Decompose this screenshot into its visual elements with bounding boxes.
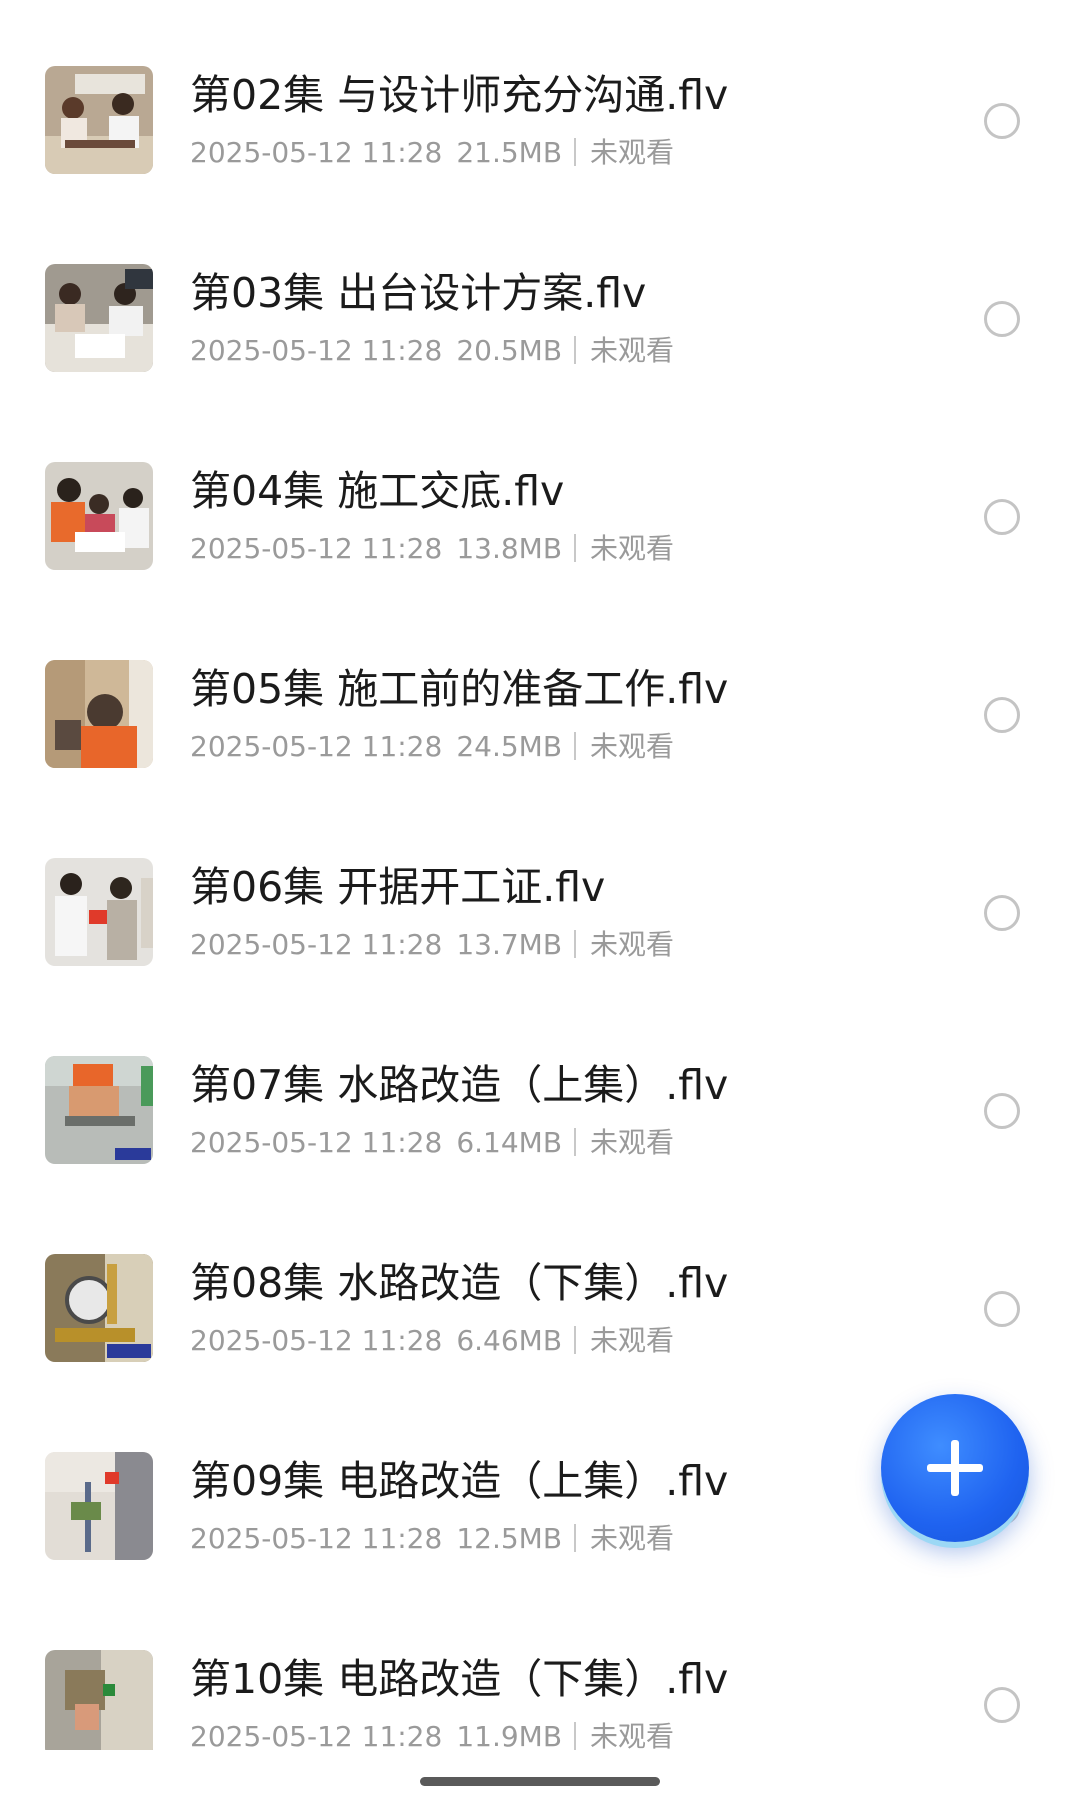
select-radio[interactable]: [984, 499, 1020, 535]
file-date: 2025-05-12 11:28: [190, 1324, 443, 1357]
plus-icon-stroke: [951, 1440, 959, 1496]
home-indicator[interactable]: [420, 1777, 660, 1786]
watch-status: 未观看: [590, 334, 675, 367]
meta-divider: [574, 336, 577, 364]
file-size: 20.5MB: [456, 334, 563, 367]
select-radio[interactable]: [984, 1093, 1020, 1129]
file-date: 2025-05-12 11:28: [190, 1126, 443, 1159]
file-meta: 2025-05-12 11:28 6.14MB 未观看: [190, 1125, 674, 1161]
video-thumbnail: [45, 1452, 153, 1560]
meta-divider: [574, 1128, 577, 1156]
watch-status: 未观看: [590, 532, 675, 565]
file-date: 2025-05-12 11:28: [190, 334, 443, 367]
file-size: 6.14MB: [456, 1126, 563, 1159]
select-radio[interactable]: [984, 895, 1020, 931]
file-title: 第10集 电路改造（下集）.flv: [190, 1655, 729, 1703]
list-item[interactable]: 第08集 水路改造（下集）.flv 2025-05-12 11:28 6.46MB…: [0, 1188, 1080, 1386]
watch-status: 未观看: [590, 1522, 675, 1555]
file-title: 第07集 水路改造（上集）.flv: [190, 1061, 729, 1109]
file-title: 第06集 开据开工证.flv: [190, 863, 606, 911]
meta-divider: [574, 534, 577, 562]
watch-status: 未观看: [590, 136, 675, 169]
file-title: 第09集 电路改造（上集）.flv: [190, 1457, 729, 1505]
video-thumbnail: [45, 264, 153, 372]
list-item[interactable]: 第07集 水路改造（上集）.flv 2025-05-12 11:28 6.14MB…: [0, 990, 1080, 1188]
watch-status: 未观看: [590, 1126, 675, 1159]
file-meta: 2025-05-12 11:28 13.8MB 未观看: [190, 531, 674, 567]
file-size: 13.7MB: [456, 928, 563, 961]
video-thumbnail: [45, 1056, 153, 1164]
file-size: 11.9MB: [456, 1720, 563, 1750]
list-item[interactable]: 第10集 电路改造（下集）.flv 2025-05-12 11:28 11.9MB…: [0, 1584, 1080, 1750]
file-meta: 2025-05-12 11:28 21.5MB 未观看: [190, 135, 674, 171]
file-meta: 2025-05-12 11:28 13.7MB 未观看: [190, 927, 674, 963]
select-radio[interactable]: [984, 1291, 1020, 1327]
watch-status: 未观看: [590, 1324, 675, 1357]
file-title: 第08集 水路改造（下集）.flv: [190, 1259, 729, 1307]
watch-status: 未观看: [590, 928, 675, 961]
list-item[interactable]: 第04集 施工交底.flv 2025-05-12 11:28 13.8MB 未观看: [0, 396, 1080, 594]
file-date: 2025-05-12 11:28: [190, 136, 443, 169]
file-date: 2025-05-12 11:28: [190, 730, 443, 763]
file-title: 第05集 施工前的准备工作.flv: [190, 665, 729, 713]
select-radio[interactable]: [984, 103, 1020, 139]
file-title: 第04集 施工交底.flv: [190, 467, 565, 515]
add-button[interactable]: [881, 1394, 1029, 1542]
file-meta: 2025-05-12 11:28 24.5MB 未观看: [190, 729, 674, 765]
list-item[interactable]: 第05集 施工前的准备工作.flv 2025-05-12 11:28 24.5MB…: [0, 594, 1080, 792]
video-thumbnail: [45, 858, 153, 966]
file-size: 6.46MB: [456, 1324, 563, 1357]
watch-status: 未观看: [590, 730, 675, 763]
meta-divider: [574, 138, 577, 166]
file-meta: 2025-05-12 11:28 6.46MB 未观看: [190, 1323, 674, 1359]
file-date: 2025-05-12 11:28: [190, 532, 443, 565]
meta-divider: [574, 930, 577, 958]
file-meta: 2025-05-12 11:28 20.5MB 未观看: [190, 333, 674, 369]
list-item[interactable]: 第03集 出台设计方案.flv 2025-05-12 11:28 20.5MB 未观…: [0, 198, 1080, 396]
file-meta: 2025-05-12 11:28 12.5MB 未观看: [190, 1521, 674, 1557]
list-item[interactable]: 第02集 与设计师充分沟通.flv 2025-05-12 11:28 21.5MB…: [0, 0, 1080, 198]
video-thumbnail: [45, 66, 153, 174]
file-title: 第03集 出台设计方案.flv: [190, 269, 647, 317]
meta-divider: [574, 1326, 577, 1354]
select-radio[interactable]: [984, 1687, 1020, 1723]
watch-status: 未观看: [590, 1720, 675, 1750]
file-date: 2025-05-12 11:28: [190, 1522, 443, 1555]
video-thumbnail: [45, 660, 153, 768]
video-thumbnail: [45, 1650, 153, 1750]
file-date: 2025-05-12 11:28: [190, 928, 443, 961]
file-size: 13.8MB: [456, 532, 563, 565]
video-thumbnail: [45, 462, 153, 570]
file-meta: 2025-05-12 11:28 11.9MB 未观看: [190, 1719, 674, 1750]
file-size: 21.5MB: [456, 136, 563, 169]
file-size: 12.5MB: [456, 1522, 563, 1555]
list-item[interactable]: 第06集 开据开工证.flv 2025-05-12 11:28 13.7MB 未观看: [0, 792, 1080, 990]
meta-divider: [574, 732, 577, 760]
select-radio[interactable]: [984, 697, 1020, 733]
meta-divider: [574, 1524, 577, 1552]
file-title: 第02集 与设计师充分沟通.flv: [190, 71, 729, 119]
select-radio[interactable]: [984, 301, 1020, 337]
file-size: 24.5MB: [456, 730, 563, 763]
video-thumbnail: [45, 1254, 153, 1362]
meta-divider: [574, 1722, 577, 1750]
file-date: 2025-05-12 11:28: [190, 1720, 443, 1750]
